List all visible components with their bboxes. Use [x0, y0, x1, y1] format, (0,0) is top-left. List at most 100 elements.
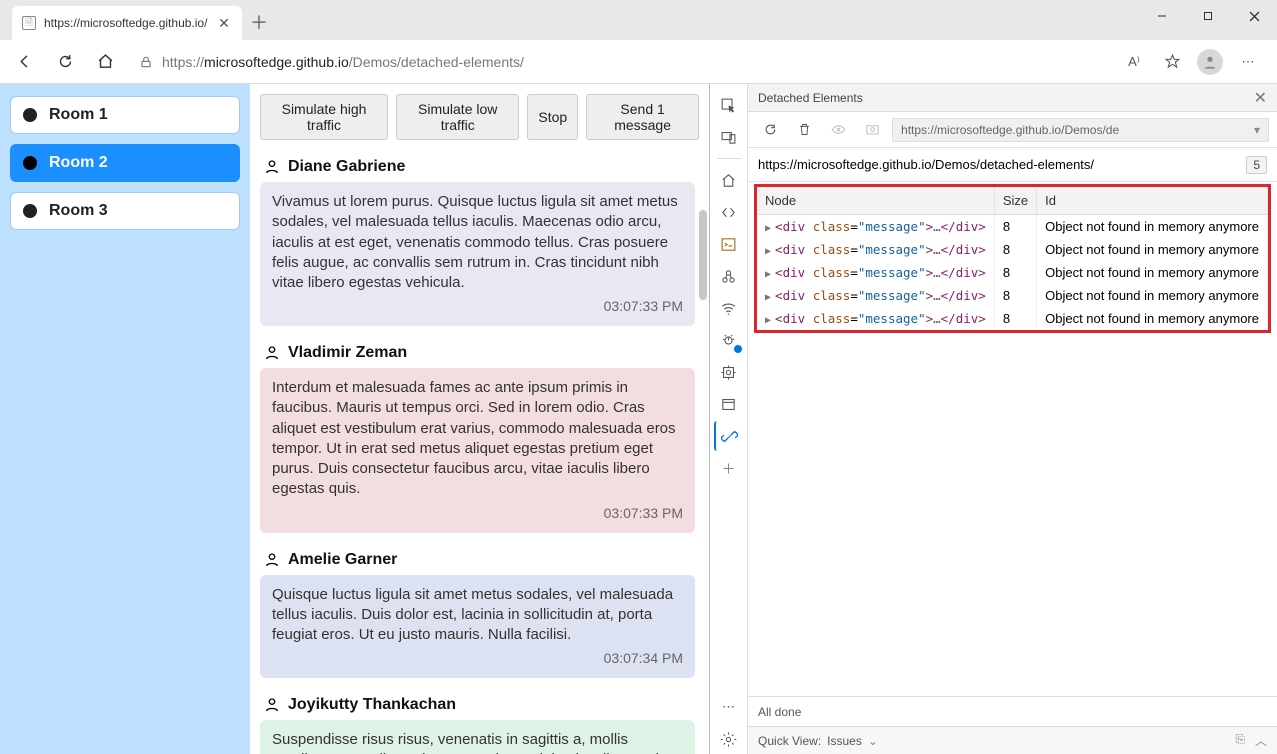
stop-button[interactable]: Stop	[527, 94, 578, 140]
person-icon	[264, 345, 280, 361]
inspect-icon[interactable]	[714, 90, 744, 120]
panel-toolbar: https://microsoftedge.github.io/Demos/de…	[748, 112, 1277, 148]
scrollbar-thumb[interactable]	[699, 210, 707, 300]
close-tab-icon[interactable]: ✕	[216, 15, 232, 31]
urlbar: https://microsoftedge.github.io/Demos/de…	[0, 40, 1277, 84]
close-panel-icon[interactable]: ✕	[1254, 88, 1267, 108]
maximize-button[interactable]	[1185, 0, 1231, 32]
room-label: Room 1	[49, 106, 108, 124]
table-row[interactable]: ▶<div class="message">…</div>8Object not…	[757, 215, 1267, 239]
simulate-high-button[interactable]: Simulate high traffic	[260, 94, 388, 140]
table-row[interactable]: ▶<div class="message">…</div>8Object not…	[757, 238, 1267, 261]
frame-path-row: https://microsoftedge.github.io/Demos/de…	[748, 148, 1277, 182]
network-icon[interactable]	[714, 293, 744, 323]
table-row[interactable]: ▶<div class="message">…</div>8Object not…	[757, 261, 1267, 284]
panel-title: Detached Elements	[758, 91, 863, 105]
more-tools-icon[interactable]: ⋯	[714, 692, 744, 722]
sources-icon[interactable]	[714, 261, 744, 291]
message: Diane Gabriene Vivamus ut lorem purus. Q…	[260, 154, 695, 326]
timestamp: 03:07:33 PM	[272, 293, 683, 316]
table-row[interactable]: ▶<div class="message">…</div>8Object not…	[757, 284, 1267, 307]
home-button[interactable]	[88, 45, 122, 79]
simulate-low-button[interactable]: Simulate low traffic	[396, 94, 519, 140]
expand-icon[interactable]: ▶	[765, 315, 771, 326]
col-node[interactable]: Node	[757, 187, 994, 215]
panel-header: Detached Elements ✕	[748, 84, 1277, 112]
person-icon	[264, 552, 280, 568]
col-size[interactable]: Size	[994, 187, 1036, 215]
console-icon[interactable]	[714, 229, 744, 259]
refresh-button[interactable]	[48, 45, 82, 79]
sender-name: Vladimir Zeman	[288, 344, 407, 362]
sender-name: Joyikutty Thankachan	[288, 696, 456, 714]
expand-icon[interactable]: ▶	[765, 269, 771, 280]
room-sidebar: Room 1 Room 2 Room 3	[0, 84, 250, 754]
favorite-icon[interactable]	[1155, 45, 1189, 79]
add-tool-icon[interactable]	[714, 453, 744, 483]
chat-column: Simulate high traffic Simulate low traff…	[250, 84, 709, 754]
profile-button[interactable]	[1193, 45, 1227, 79]
expand-icon[interactable]: ▶	[765, 246, 771, 257]
refresh-icon[interactable]	[756, 116, 784, 144]
message-text: Vivamus ut lorem purus. Quisque luctus l…	[272, 192, 683, 293]
menu-button[interactable]: ⋯	[1231, 45, 1265, 79]
lock-icon	[138, 55, 154, 69]
device-icon[interactable]	[714, 122, 744, 152]
screenshot-icon[interactable]	[858, 116, 886, 144]
quickview-label: Quick View:	[758, 734, 821, 748]
chevron-down-icon: ▾	[1254, 123, 1260, 137]
new-tab-button[interactable]: ＋	[242, 5, 276, 39]
window-controls	[1139, 0, 1277, 32]
devtools-rail: ⋯	[710, 84, 748, 754]
room-dot-icon	[23, 204, 37, 218]
room-item[interactable]: Room 2	[10, 144, 240, 182]
message: Vladimir Zeman Interdum et malesuada fam…	[260, 340, 695, 532]
page-icon: 🗎	[22, 16, 36, 30]
chevron-up-icon[interactable]: ︿	[1255, 732, 1267, 749]
person-icon	[264, 159, 280, 175]
browser-tab[interactable]: 🗎 https://microsoftedge.github.io/ ✕	[12, 6, 242, 40]
room-dot-icon	[23, 156, 37, 170]
person-icon	[264, 697, 280, 713]
memory-icon[interactable]	[714, 357, 744, 387]
read-aloud-icon[interactable]: A⁾	[1117, 45, 1151, 79]
table-row[interactable]: ▶<div class="message">…</div>8Object not…	[757, 307, 1267, 330]
settings-icon[interactable]	[714, 724, 744, 754]
badge-icon	[734, 345, 742, 353]
trash-icon[interactable]	[790, 116, 818, 144]
performance-icon[interactable]	[714, 325, 744, 355]
target-select[interactable]: https://microsoftedge.github.io/Demos/de…	[892, 118, 1269, 142]
message-text: Interdum et malesuada fames ac ante ipsu…	[272, 378, 683, 500]
status-text: All done	[758, 705, 801, 719]
minimize-button[interactable]	[1139, 0, 1185, 32]
detached-count: 5	[1246, 156, 1267, 174]
welcome-icon[interactable]	[714, 165, 744, 195]
timestamp: 03:07:34 PM	[272, 645, 683, 668]
devtools: ⋯ Detached Elements ✕ https://microsofte…	[710, 84, 1277, 754]
application-icon[interactable]	[714, 389, 744, 419]
expand-icon[interactable]: ▶	[765, 292, 771, 303]
status-bar: All done	[748, 696, 1277, 726]
detached-elements-icon[interactable]	[714, 421, 744, 451]
chevron-down-icon[interactable]: ⌄	[868, 734, 878, 748]
expand-icon[interactable]: ▶	[765, 223, 771, 234]
elements-icon[interactable]	[714, 197, 744, 227]
eye-icon[interactable]	[824, 116, 852, 144]
room-label: Room 2	[49, 154, 108, 172]
room-item[interactable]: Room 3	[10, 192, 240, 230]
address-bar[interactable]: https://microsoftedge.github.io/Demos/de…	[128, 46, 1111, 78]
drawer-toggle-icon[interactable]: ⎘	[1235, 732, 1245, 749]
room-item[interactable]: Room 1	[10, 96, 240, 134]
quick-view-bar[interactable]: Quick View: Issues ⌄ ⎘ ︿	[748, 726, 1277, 754]
titlebar: 🗎 https://microsoftedge.github.io/ ✕ ＋	[0, 0, 1277, 40]
frame-path: https://microsoftedge.github.io/Demos/de…	[758, 157, 1238, 172]
back-button[interactable]	[8, 45, 42, 79]
send-message-button[interactable]: Send 1 message	[586, 94, 699, 140]
toolbar-right: A⁾ ⋯	[1117, 45, 1269, 79]
message: Joyikutty Thankachan Suspendisse risus r…	[260, 692, 695, 754]
room-dot-icon	[23, 108, 37, 122]
close-window-button[interactable]	[1231, 0, 1277, 32]
chat-app: Room 1 Room 2 Room 3 Simulate high traff…	[0, 84, 710, 754]
col-id[interactable]: Id	[1037, 187, 1268, 215]
message-list[interactable]: Diane Gabriene Vivamus ut lorem purus. Q…	[250, 150, 709, 754]
